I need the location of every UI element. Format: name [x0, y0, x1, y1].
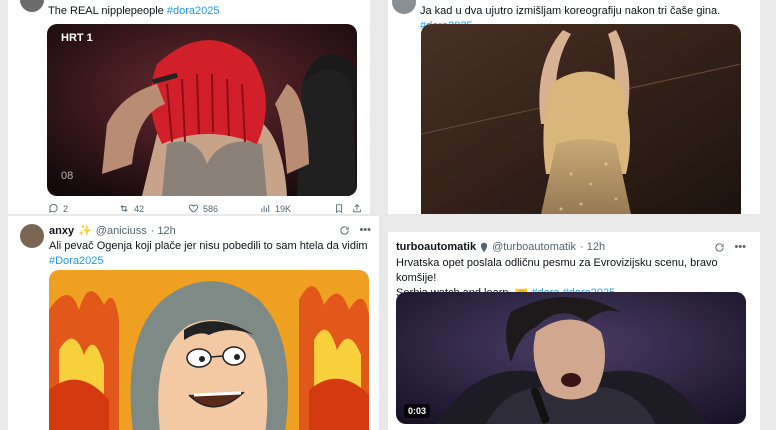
broadcaster-logo: HRT 1 — [61, 32, 93, 44]
tweet-body-text: The REAL nipplepeople — [48, 5, 164, 17]
sparkle-icon: ✨ — [78, 225, 92, 237]
hashtag-link[interactable]: #dora2025 — [167, 5, 220, 17]
repost-button[interactable]: 42 — [118, 203, 188, 214]
video-duration-badge: 0:03 — [404, 404, 431, 418]
tweet-header-icons: ••• — [339, 224, 371, 236]
tweet-image[interactable]: HRT 1 08 — [47, 24, 357, 196]
tweet-body-text: Hrvatska opet poslala odličnu pesmu za E… — [396, 257, 718, 284]
more-options-icon[interactable]: ••• — [734, 241, 746, 253]
reply-button[interactable]: 2 — [48, 203, 118, 214]
hashtag-link[interactable]: #Dora2025 — [49, 255, 103, 267]
views-icon — [261, 204, 270, 213]
performer-image: HRT 1 08 — [47, 24, 357, 196]
bookmark-icon — [336, 204, 342, 214]
repost-icon — [120, 205, 128, 212]
display-name[interactable]: anxy — [49, 225, 74, 237]
tweet-text: Ali pevač Ogenja koji plače jer nisu pob… — [49, 239, 369, 269]
user-handle[interactable]: @turboautomatik — [492, 241, 576, 253]
reply-icon — [49, 203, 58, 214]
user-handle[interactable]: @aniciuss — [96, 225, 147, 237]
tweet-card-top-right[interactable]: Ja kad u dva ujutro izmišljam koreografi… — [388, 0, 760, 214]
tweet-header-icons: ••• — [714, 241, 746, 253]
tweet-header: turboautomatik @turboautomatik · 12h — [396, 241, 605, 253]
heart-icon — [188, 204, 199, 213]
like-button[interactable]: 586 — [188, 203, 260, 214]
tweet-card-top-left[interactable]: The REAL nipplepeople #dora2025 HRT 1 08… — [8, 0, 370, 214]
overlay-number: 08 — [61, 170, 73, 182]
share-icon — [353, 204, 361, 213]
tweet-text: The REAL nipplepeople #dora2025 — [48, 4, 219, 19]
tweet-card-bottom-right[interactable]: turboautomatik @turboautomatik · 12h •••… — [388, 232, 760, 430]
tweet-card-bottom-left[interactable]: anxy ✨ @aniciuss · 12h ••• Ali pevač Oge… — [8, 216, 379, 430]
tweet-video[interactable]: 0:03 — [396, 292, 746, 424]
pin-icon — [480, 242, 488, 252]
avatar[interactable] — [20, 224, 44, 248]
timestamp[interactable]: · 12h — [151, 225, 176, 237]
tweet-image[interactable] — [49, 270, 369, 430]
avatar[interactable] — [392, 0, 416, 14]
timestamp[interactable]: · 12h — [580, 241, 605, 253]
grok-icon[interactable] — [339, 225, 350, 236]
view-count: 19K — [275, 203, 292, 214]
display-name[interactable]: turboautomatik — [396, 241, 476, 253]
tweet-body-text: Ja kad u dva ujutro izmišljam koreografi… — [420, 5, 721, 17]
dancer-image — [421, 24, 741, 214]
repost-count: 42 — [134, 203, 145, 214]
tweet-body-text: Ali pevač Ogenja koji plače jer nisu pob… — [49, 240, 368, 252]
tweet-image[interactable] — [421, 24, 741, 214]
singer-video-frame — [396, 292, 746, 424]
cartoon-image — [49, 270, 369, 430]
tweet-actions: 2 42 586 19K — [48, 203, 368, 214]
grok-icon[interactable] — [714, 242, 725, 253]
reply-count: 2 — [63, 203, 69, 214]
like-count: 586 — [203, 203, 219, 214]
share-button[interactable] — [352, 203, 366, 214]
views-button[interactable]: 19K — [260, 203, 334, 214]
bookmark-button[interactable] — [334, 203, 352, 214]
tweet-header: anxy ✨ @aniciuss · 12h — [49, 224, 176, 238]
more-options-icon[interactable]: ••• — [359, 224, 371, 236]
avatar[interactable] — [20, 0, 44, 12]
